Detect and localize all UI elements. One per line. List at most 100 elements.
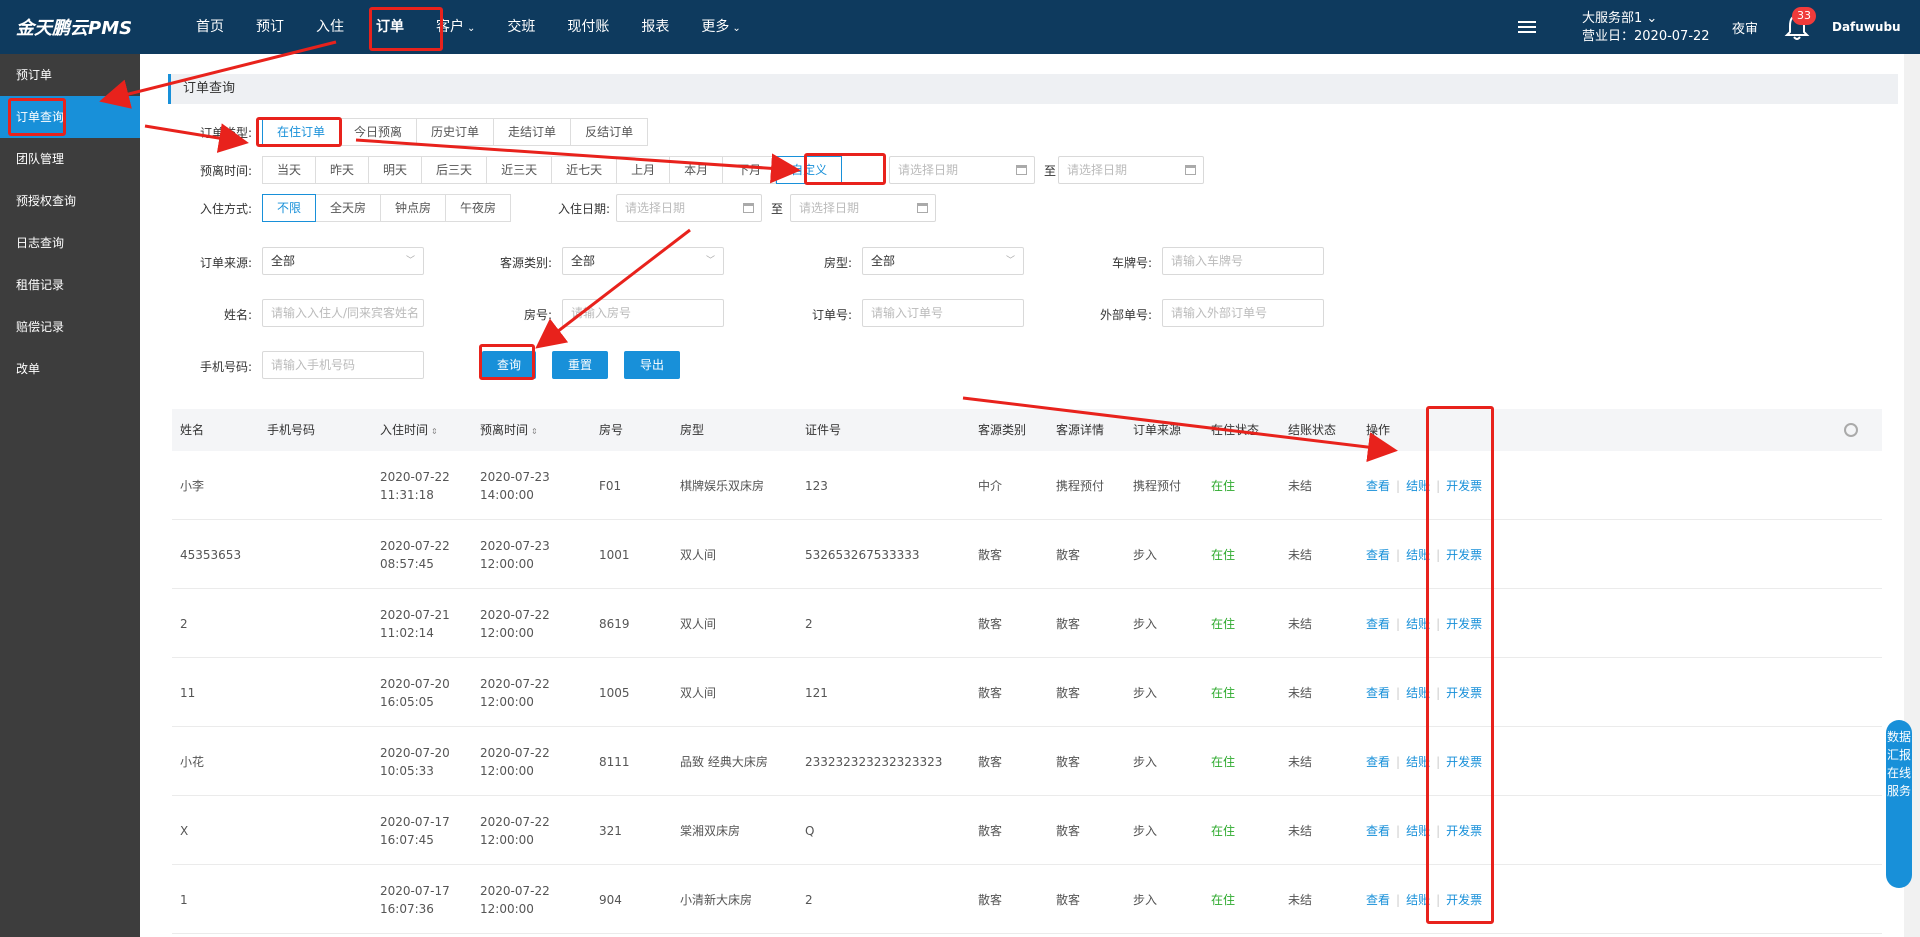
separator: | (1396, 685, 1401, 700)
segment-option[interactable]: 近七天 (552, 156, 618, 184)
action-link[interactable]: 结账 (1406, 891, 1430, 909)
action-link[interactable]: 结账 (1406, 477, 1430, 495)
room-type-select[interactable]: 全部 ﹀ (862, 247, 1024, 275)
store-selector[interactable]: 大服务部1 ⌄ 营业日：2020-07-22 (1582, 10, 1710, 46)
checkin-start-date[interactable]: 请选择日期 (616, 194, 762, 222)
reset-button[interactable]: 重置 (552, 351, 608, 379)
segment-option[interactable]: 上月 (617, 156, 671, 184)
sidebar-item[interactable]: 订单查询 (0, 96, 140, 138)
sidebar-item[interactable]: 租借记录 (0, 264, 140, 306)
room-type-value: 全部 (871, 254, 896, 268)
segment-option[interactable]: 走结订单 (494, 118, 572, 146)
list-menu-icon[interactable] (1518, 18, 1536, 36)
action-link[interactable]: 开发票 (1446, 753, 1482, 771)
search-button[interactable]: 查询 (482, 351, 536, 379)
name-input[interactable]: 请输入入住人/同来宾客姓名 (262, 299, 424, 327)
sort-icon[interactable]: ⇕ (431, 427, 438, 436)
action-link[interactable]: 查看 (1366, 477, 1390, 495)
plate-input[interactable]: 请输入车牌号 (1162, 247, 1324, 275)
segment-option[interactable]: 本月 (670, 156, 724, 184)
sidebar-item[interactable]: 赔偿记录 (0, 306, 140, 348)
gear-icon[interactable] (1844, 423, 1858, 437)
guest-type-select[interactable]: 全部 ﹀ (562, 247, 724, 275)
segment-option[interactable]: 近三天 (487, 156, 553, 184)
nav-item[interactable]: 更多 ⌄ (685, 0, 756, 54)
action-link[interactable]: 开发票 (1446, 822, 1482, 840)
order-no-input[interactable]: 请输入订单号 (862, 299, 1024, 327)
sidebar-item[interactable]: 日志查询 (0, 222, 140, 264)
action-link[interactable]: 查看 (1366, 891, 1390, 909)
leave-time: 14:00:00 (480, 487, 534, 502)
departure-end-date[interactable]: 请选择日期 (1058, 156, 1204, 184)
segment-option[interactable]: 昨天 (316, 156, 370, 184)
segment-option[interactable]: 反结订单 (571, 118, 649, 146)
night-audit-button[interactable]: 夜审 (1732, 18, 1758, 37)
action-link[interactable]: 开发票 (1446, 891, 1482, 909)
phone-input[interactable]: 请输入手机号码 (262, 351, 424, 379)
cell-guest_detail: 散客 (1056, 754, 1081, 769)
nav-item[interactable]: 客户 ⌄ (420, 0, 491, 54)
export-button[interactable]: 导出 (624, 351, 680, 379)
nav-item[interactable]: 预订 (240, 0, 300, 54)
date-placeholder: 请选择日期 (1067, 163, 1128, 177)
segment-option[interactable]: 全天房 (316, 194, 382, 222)
segment-option[interactable]: 后三天 (422, 156, 488, 184)
segment-option[interactable]: 午夜房 (446, 194, 512, 222)
order-source-select[interactable]: 全部 ﹀ (262, 247, 424, 275)
action-link[interactable]: 开发票 (1446, 684, 1482, 702)
action-link[interactable]: 开发票 (1446, 615, 1482, 633)
leave-date: 2020-07-23 (480, 538, 550, 553)
segment-option[interactable]: 钟点房 (381, 194, 447, 222)
action-link[interactable]: 结账 (1406, 615, 1430, 633)
action-links: 查看 | 结账 | 开发票 (1366, 891, 1482, 909)
action-link[interactable]: 开发票 (1446, 546, 1482, 564)
segment-option[interactable]: 自定义 (776, 156, 843, 184)
action-link[interactable]: 查看 (1366, 615, 1390, 633)
segment-option[interactable]: 明天 (369, 156, 423, 184)
action-link[interactable]: 结账 (1406, 546, 1430, 564)
checkin-end-date[interactable]: 请选择日期 (790, 194, 936, 222)
leave-time: 12:00:00 (480, 901, 534, 916)
segment-option[interactable]: 当天 (262, 156, 317, 184)
action-link[interactable]: 结账 (1406, 822, 1430, 840)
cell-source: 步入 (1133, 547, 1158, 562)
action-links: 查看 | 结账 | 开发票 (1366, 477, 1482, 495)
sidebar-item[interactable]: 团队管理 (0, 138, 140, 180)
nav-item[interactable]: 报表 (625, 0, 685, 54)
data-report-service-tab[interactable]: 数据汇报 在线服务 (1886, 720, 1912, 888)
nav-item[interactable]: 入住 (300, 0, 360, 54)
departure-start-date[interactable]: 请选择日期 (889, 156, 1035, 184)
cell-guest_detail: 散客 (1056, 685, 1081, 700)
action-links: 查看 | 结账 | 开发票 (1366, 615, 1482, 633)
nav-item[interactable]: 首页 (180, 0, 240, 54)
sort-icon[interactable]: ⇕ (531, 427, 538, 436)
segment-option[interactable]: 历史订单 (417, 118, 495, 146)
sidebar-item[interactable]: 改单 (0, 348, 140, 390)
action-link[interactable]: 查看 (1366, 684, 1390, 702)
username[interactable]: Dafuwubu (1832, 20, 1901, 34)
action-link[interactable]: 查看 (1366, 753, 1390, 771)
segment-option[interactable]: 在住订单 (262, 118, 341, 146)
action-link[interactable]: 查看 (1366, 822, 1390, 840)
nav-item[interactable]: 订单 (360, 0, 420, 54)
segment-option[interactable]: 下月 (723, 156, 777, 184)
external-no-input[interactable]: 请输入外部订单号 (1162, 299, 1324, 327)
nav-item[interactable]: 现付账 (551, 0, 625, 54)
action-link[interactable]: 查看 (1366, 546, 1390, 564)
plate-placeholder: 请输入车牌号 (1171, 254, 1244, 268)
action-link[interactable]: 结账 (1406, 753, 1430, 771)
column-header[interactable]: 入住时间 ⇕ (380, 409, 438, 453)
room-no-input[interactable]: 请输入房号 (562, 299, 724, 327)
column-header[interactable]: 预离时间 ⇕ (480, 409, 538, 453)
segment-option[interactable]: 不限 (262, 194, 317, 222)
checkin-date: 2020-07-17 (380, 883, 450, 898)
action-link[interactable]: 开发票 (1446, 477, 1482, 495)
sidebar-item[interactable]: 预授权查询 (0, 180, 140, 222)
store-name[interactable]: 大服务部1 ⌄ (1582, 10, 1710, 28)
segment-option[interactable]: 今日预离 (340, 118, 418, 146)
action-link[interactable]: 结账 (1406, 684, 1430, 702)
nav-item[interactable]: 交班 (491, 0, 551, 54)
sidebar-item[interactable]: 预订单 (0, 54, 140, 96)
cell-id_no: 532653267533333 (805, 547, 920, 562)
cell-guest_detail: 散客 (1056, 892, 1081, 907)
